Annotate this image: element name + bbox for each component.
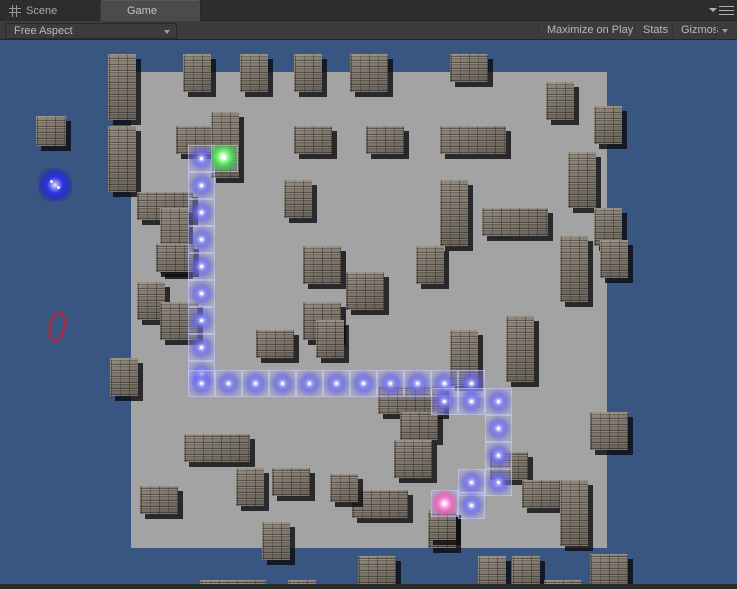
path-tile (485, 469, 512, 496)
stone-block (568, 152, 596, 208)
path-tile (485, 388, 512, 415)
path-tile (404, 370, 431, 397)
game-view-toolbar: Free Aspect Maximize on Play Stats Gizmo… (0, 21, 737, 40)
chevron-down-icon (709, 8, 717, 12)
stone-block (358, 556, 396, 584)
cube-sparkle (57, 186, 60, 189)
stone-block (346, 272, 384, 310)
path-tile (188, 280, 215, 307)
stats-button[interactable]: Stats (634, 21, 676, 40)
path-tile (188, 334, 215, 361)
gizmos-button[interactable]: Gizmos (672, 21, 722, 40)
stone-block (352, 490, 408, 518)
stone-block (108, 126, 136, 192)
stone-block (256, 330, 294, 358)
stone-block (560, 480, 588, 546)
aspect-ratio-dropdown[interactable]: Free Aspect (5, 23, 177, 39)
chevron-down-icon (164, 30, 170, 34)
stone-block (560, 236, 588, 302)
stone-block (400, 412, 438, 440)
stone-block (284, 180, 312, 218)
path-tile (242, 370, 269, 397)
tab-game-label: Game (127, 5, 157, 17)
stone-block (294, 54, 322, 92)
pacman-icon (110, 5, 122, 17)
path-tile (458, 388, 485, 415)
path-tile (377, 370, 404, 397)
unity-game-window: Scene Game Free Aspect Maximize on Play … (0, 0, 737, 589)
stone-block (330, 474, 358, 502)
path-tile (485, 442, 512, 469)
path-tile (188, 253, 215, 280)
stone-block (240, 54, 268, 92)
aspect-ratio-value: Free Aspect (14, 25, 73, 37)
stone-block (440, 126, 506, 154)
bottom-strip (0, 584, 737, 589)
path-tile (431, 490, 458, 517)
path-tile (431, 388, 458, 415)
stone-block (394, 440, 432, 478)
stone-block (316, 320, 344, 358)
stone-block (262, 522, 290, 560)
path-tile (296, 370, 323, 397)
tab-game[interactable]: Game (100, 0, 201, 21)
path-tile (188, 199, 215, 226)
path-tile (485, 415, 512, 442)
stone-block (183, 54, 211, 92)
stone-block (108, 54, 136, 120)
stone-block (440, 180, 468, 246)
stone-block (546, 82, 574, 120)
path-tile (188, 172, 215, 199)
stone-block (506, 316, 534, 382)
tab-bar: Scene Game (0, 0, 737, 21)
stone-block (590, 554, 628, 588)
path-tile (188, 370, 215, 397)
stone-block (594, 106, 622, 144)
grid-icon (9, 4, 21, 17)
stone-block (184, 434, 250, 462)
path-tile (215, 370, 242, 397)
gizmos-dropdown-caret[interactable] (716, 21, 733, 40)
window-menu-button[interactable] (708, 4, 734, 17)
stone-block (522, 480, 560, 508)
path-tile (188, 226, 215, 253)
stone-block (140, 486, 178, 514)
stone-block (294, 126, 332, 154)
path-tile (211, 145, 238, 172)
path-tile (458, 492, 485, 519)
tab-scene-label: Scene (26, 4, 58, 17)
stone-block (600, 240, 628, 278)
tab-scene[interactable]: Scene (0, 0, 100, 21)
stone-block (236, 468, 264, 506)
stone-block (272, 468, 310, 496)
stone-block (450, 54, 488, 82)
path-tile (269, 370, 296, 397)
cube-sparkle (50, 180, 53, 183)
stone-block (303, 246, 341, 284)
stone-block (590, 412, 628, 450)
stone-block (482, 208, 548, 236)
game-viewport[interactable] (0, 40, 737, 589)
path-tile (350, 370, 377, 397)
stone-block (350, 54, 388, 92)
red-ring-marker (46, 310, 68, 344)
stone-block (36, 116, 66, 146)
stone-block (110, 358, 138, 396)
stone-block (366, 126, 404, 154)
blue-glow-cube (38, 168, 72, 202)
maximize-on-play-button[interactable]: Maximize on Play (538, 21, 641, 40)
path-tile (323, 370, 350, 397)
hamburger-menu-icon (719, 6, 734, 15)
stone-block (512, 556, 540, 584)
path-tile (188, 307, 215, 334)
stone-block (416, 246, 444, 284)
